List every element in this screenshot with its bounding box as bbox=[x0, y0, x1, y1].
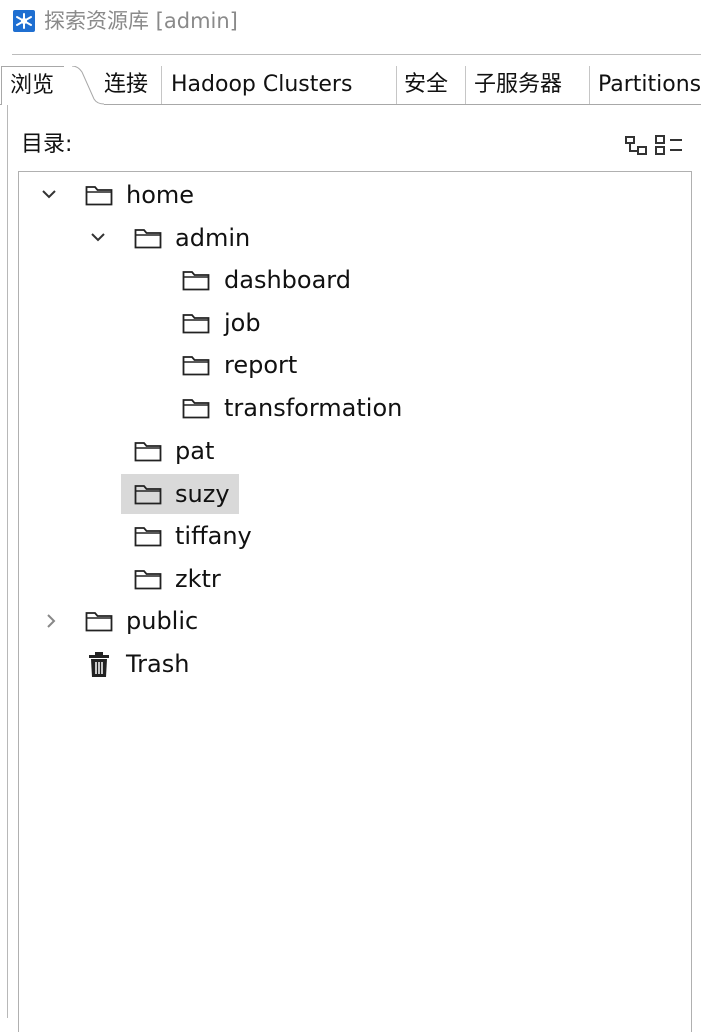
tree-item-label: zktr bbox=[175, 565, 221, 593]
chevron-down-icon[interactable] bbox=[89, 220, 107, 256]
title-bar: 探索资源库 [admin] bbox=[0, 0, 701, 52]
tab-label: 连接 bbox=[104, 72, 149, 97]
tree-item-label: Trash bbox=[126, 650, 190, 678]
folder-icon bbox=[134, 485, 162, 505]
tree-item-label: home bbox=[126, 181, 195, 209]
chevron-down-icon[interactable] bbox=[40, 177, 58, 213]
tab-strip: 浏览 连接 Hadoop Clusters 安全 子服务器 Partitions bbox=[0, 66, 701, 105]
folder-icon bbox=[85, 186, 113, 206]
view-mode-icons bbox=[625, 135, 682, 155]
chevron-right-icon[interactable] bbox=[42, 603, 60, 639]
tree-item-home[interactable]: home bbox=[19, 177, 319, 213]
title-divider bbox=[12, 54, 701, 55]
tree-item-label: pat bbox=[175, 437, 215, 465]
tab-slave-servers[interactable]: 子服务器 bbox=[474, 66, 590, 104]
tree-item-label: dashboard bbox=[224, 266, 351, 294]
tree-view-icon[interactable] bbox=[625, 136, 647, 155]
tree-item-dashboard[interactable]: dashboard bbox=[19, 262, 419, 298]
tree-item-admin[interactable]: admin bbox=[19, 220, 319, 256]
folder-icon bbox=[134, 527, 162, 547]
folder-icon bbox=[182, 356, 210, 376]
tab-partitions[interactable]: Partitions bbox=[598, 66, 701, 104]
tab-security[interactable]: 安全 bbox=[404, 66, 466, 104]
folder-icon bbox=[134, 442, 162, 462]
tree-item-label: job bbox=[224, 309, 261, 337]
folder-icon bbox=[182, 314, 210, 334]
tab-hadoop-clusters[interactable]: Hadoop Clusters bbox=[171, 66, 397, 104]
folder-icon bbox=[85, 612, 113, 632]
tree-item-label: transformation bbox=[224, 394, 403, 422]
tab-connections[interactable]: 连接 bbox=[104, 66, 162, 104]
tab-label: 安全 bbox=[404, 72, 449, 97]
folder-icon bbox=[134, 570, 162, 590]
tree-item-job[interactable]: job bbox=[19, 305, 419, 341]
folder-icon bbox=[182, 399, 210, 419]
tree-item-label: suzy bbox=[175, 480, 230, 508]
browse-panel: 目录: home admin dashboard job report tran… bbox=[7, 105, 701, 1032]
tree-item-zktr[interactable]: zktr bbox=[19, 561, 319, 597]
repository-explorer-icon bbox=[13, 10, 35, 32]
trash-icon bbox=[89, 652, 109, 677]
tree-item-label: public bbox=[126, 607, 199, 635]
tree-item-public[interactable]: public bbox=[19, 603, 319, 639]
tree-item-label: report bbox=[224, 351, 298, 379]
tab-label: Hadoop Clusters bbox=[171, 72, 353, 97]
directory-label: 目录: bbox=[21, 132, 73, 157]
tab-label: Partitions bbox=[598, 72, 701, 97]
tree-item-trash[interactable]: Trash bbox=[19, 646, 319, 682]
tree-item-suzy[interactable]: suzy bbox=[19, 474, 319, 514]
tree-item-tiffany[interactable]: tiffany bbox=[19, 518, 319, 554]
tab-label: 子服务器 bbox=[474, 72, 563, 97]
folder-icon bbox=[182, 271, 210, 291]
tab-label: 浏览 bbox=[10, 73, 55, 98]
folder-icon bbox=[134, 229, 162, 249]
tree-item-label: admin bbox=[175, 224, 251, 252]
tree-item-pat[interactable]: pat bbox=[19, 433, 319, 469]
tree-item-transformation[interactable]: transformation bbox=[19, 390, 469, 426]
list-view-icon[interactable] bbox=[655, 135, 682, 155]
tab-browse[interactable]: 浏览 bbox=[1, 66, 71, 105]
tab-edge bbox=[64, 66, 104, 105]
repository-tree[interactable]: home admin dashboard job report transfor… bbox=[18, 171, 692, 1032]
tree-item-report[interactable]: report bbox=[19, 347, 419, 383]
window-title: 探索资源库 [admin] bbox=[44, 9, 238, 33]
tree-item-label: tiffany bbox=[175, 522, 252, 550]
